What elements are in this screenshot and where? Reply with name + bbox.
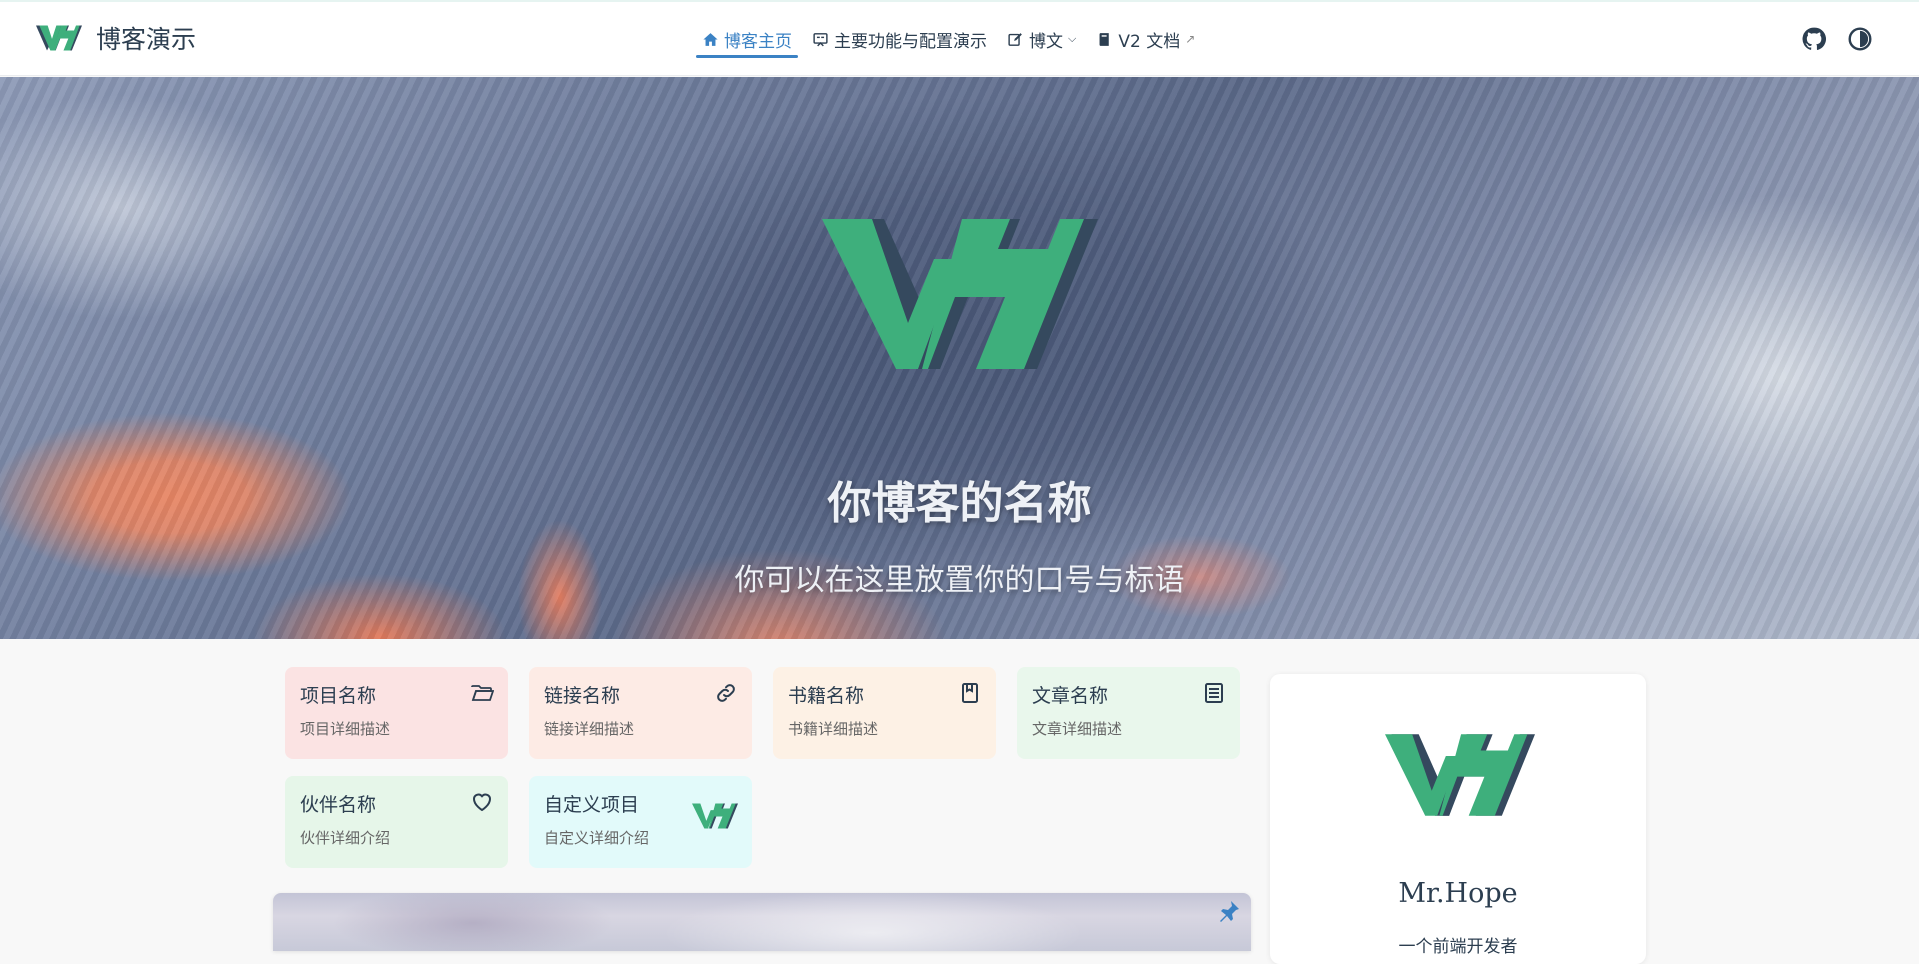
home-icon [703,32,718,46]
author-name: Mr.Hope [1398,878,1518,909]
card-desc: 自定义详细介绍 [544,829,650,847]
project-card[interactable]: 项目名称 项目详细描述 [285,667,508,759]
card-desc: 项目详细描述 [300,720,391,738]
article-card[interactable]: 文章名称 文章详细描述 [1017,667,1240,759]
friend-card[interactable]: 伙伴名称 伙伴详细介绍 [285,776,508,868]
nav-actions [1801,26,1873,52]
card-title: 链接名称 [544,685,621,707]
hero-tagline: 你可以在这里放置你的口号与标语 [734,563,1185,598]
pin-icon [1220,901,1239,922]
edit-icon [1008,32,1022,46]
book-icon [962,683,978,703]
navbar: 博客演示 博客主页 主要功能与配置演示 博文 ⌵ V2 文档 ↗ [0,2,1919,76]
card-title: 文章名称 [1032,685,1109,707]
card-desc: 伙伴详细介绍 [300,829,391,847]
vh-logo-icon [822,219,1098,369]
brand-link[interactable]: 博客演示 [36,20,196,56]
card-title: 项目名称 [300,685,377,707]
nav-item-label: 博客主页 [724,31,792,52]
heart-icon [472,793,492,812]
link-card[interactable]: 链接名称 链接详细描述 [529,667,752,759]
book-icon [1099,32,1110,46]
article-icon [1205,683,1223,703]
hero-title: 你博客的名称 [827,478,1092,529]
link-icon [717,684,735,702]
nav-item-label: 博文 [1029,31,1063,52]
card-desc: 书籍详细描述 [788,720,879,738]
nav-item-docs[interactable]: V2 文档 ↗ [1090,20,1201,58]
slides-icon [813,32,828,46]
card-title: 书籍名称 [788,685,865,707]
author-description: 一个前端开发者 [1398,937,1518,957]
site-title: 博客演示 [96,25,197,54]
vh-logo-icon [36,25,82,51]
pinned-article-cover[interactable] [273,893,1251,951]
main-nav: 博客主页 主要功能与配置演示 博文 ⌵ V2 文档 ↗ [696,2,1201,76]
external-link-icon: ↗ [1185,32,1196,46]
card-desc: 链接详细描述 [544,720,635,738]
nav-item-label: 主要功能与配置演示 [834,31,987,52]
github-icon[interactable] [1801,26,1827,52]
nav-item-home[interactable]: 博客主页 [696,20,798,58]
profile-card: Mr.Hope 一个前端开发者 [1270,674,1646,964]
hero-banner: 你博客的名称 你可以在这里放置你的口号与标语 [0,77,1919,639]
nav-item-features[interactable]: 主要功能与配置演示 [806,20,993,58]
chevron-down-icon: ⌵ [1068,32,1077,45]
vh-logo-icon [1385,734,1535,816]
card-desc: 文章详细描述 [1032,720,1123,738]
nav-item-posts[interactable]: 博文 ⌵ [1001,20,1082,58]
vh-logo-icon [692,803,738,829]
theme-toggle-icon[interactable] [1847,26,1873,52]
book-card[interactable]: 书籍名称 书籍详细描述 [773,667,996,759]
folder-icon [471,685,494,701]
nav-item-label: V2 文档 [1118,31,1181,52]
custom-card[interactable]: 自定义项目 自定义详细介绍 [529,776,752,868]
card-title: 伙伴名称 [300,794,377,816]
